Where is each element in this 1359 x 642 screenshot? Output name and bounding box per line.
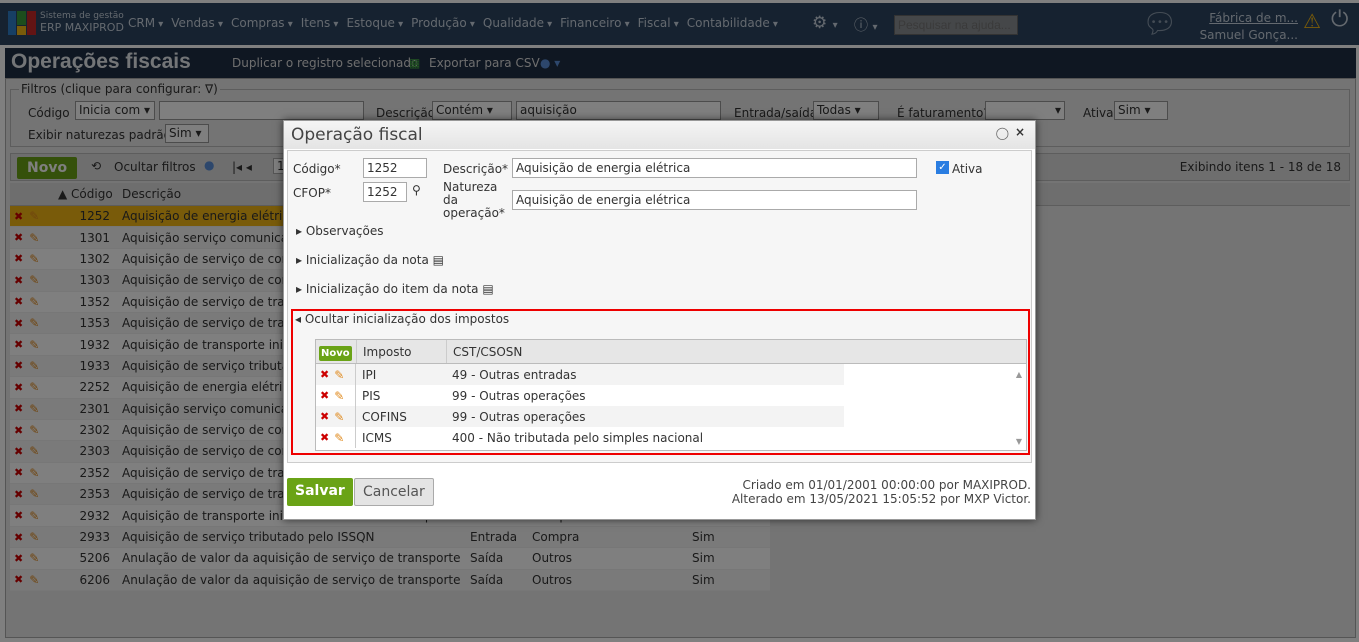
tax-grid: Novo Imposto CST/CSOSN ✖ ✎ IPI 49 - Outras en…: [315, 339, 1027, 451]
cfop-input[interactable]: 1252: [363, 182, 407, 202]
cancel-button[interactable]: Cancelar: [354, 478, 434, 506]
cell-cst: 49 - Outras entradas: [452, 367, 577, 382]
save-button[interactable]: Salvar: [287, 478, 353, 506]
fiscal-operation-dialog: Operação fiscal ◯ × Código* 1252 CFOP* 1…: [283, 120, 1036, 520]
cell-imposto: COFINS: [362, 409, 407, 424]
scroll-down-icon[interactable]: ▼: [1016, 437, 1022, 446]
natureza-label: Natureza: [443, 180, 498, 194]
cell-imposto: IPI: [362, 367, 377, 382]
descricao-input[interactable]: Aquisição de energia elétrica: [512, 158, 917, 178]
tax-new-button[interactable]: Novo: [319, 345, 352, 361]
dialog-body: Código* 1252 CFOP* 1252 ⚲ Descrição* Aqu…: [287, 150, 1032, 463]
cell-cst: 400 - Não tributada pelo simples naciona…: [452, 430, 704, 445]
delete-icon[interactable]: ✖: [320, 431, 329, 444]
edit-icon[interactable]: ✎: [334, 368, 344, 382]
col-cst[interactable]: CST/CSOSN: [446, 340, 522, 363]
codigo-input[interactable]: 1252: [363, 158, 427, 178]
scroll-up-icon[interactable]: ▲: [1016, 370, 1022, 379]
section-inicializacao-nota[interactable]: ▸ Inicialização da nota ▤: [296, 253, 444, 267]
tax-row[interactable]: ✖ ✎ IPI 49 - Outras entradas: [316, 364, 844, 385]
close-icon[interactable]: ×: [1015, 125, 1025, 139]
edit-icon[interactable]: ✎: [334, 431, 344, 445]
dialog-title: Operação fiscal: [284, 121, 1035, 149]
section-impostos[interactable]: ◂ Ocultar inicialização dos impostos: [295, 312, 509, 326]
cell-imposto: ICMS: [362, 430, 392, 445]
natureza-input[interactable]: Aquisição de energia elétrica: [512, 190, 917, 210]
edit-icon[interactable]: ✎: [334, 410, 344, 424]
search-icon[interactable]: ⚲: [412, 183, 421, 197]
highlight-box: ◂ Ocultar inicialização dos impostos Nov…: [291, 309, 1030, 455]
delete-icon[interactable]: ✖: [320, 368, 329, 381]
delete-icon[interactable]: ✖: [320, 410, 329, 423]
comment-icon[interactable]: ◯: [996, 126, 1009, 140]
descricao-label: Descrição*: [443, 162, 509, 176]
cfop-label: CFOP*: [293, 186, 331, 200]
section-inicializacao-item[interactable]: ▸ Inicialização do item da nota ▤: [296, 282, 494, 296]
cell-imposto: PIS: [362, 388, 381, 403]
tax-row[interactable]: ✖ ✎ ICMS 400 - Não tributada pelo simples n…: [316, 427, 844, 448]
codigo-label: Código*: [293, 162, 341, 176]
delete-icon[interactable]: ✖: [320, 389, 329, 402]
cell-cst: 99 - Outras operações: [452, 409, 586, 424]
edit-icon[interactable]: ✎: [334, 389, 344, 403]
tax-row[interactable]: ✖ ✎ PIS 99 - Outras operações: [316, 385, 844, 406]
col-imposto[interactable]: Imposto: [356, 340, 446, 363]
tax-row[interactable]: ✖ ✎ COFINS 99 - Outras operações: [316, 406, 844, 427]
ativa-checkbox[interactable]: ✓: [936, 161, 949, 174]
cell-cst: 99 - Outras operações: [452, 388, 586, 403]
audit-info: Criado em 01/01/2001 00:00:00 por MAXIPR…: [731, 478, 1031, 506]
ativa-label: Ativa: [952, 162, 983, 176]
section-observacoes[interactable]: ▸ Observações: [296, 224, 384, 238]
